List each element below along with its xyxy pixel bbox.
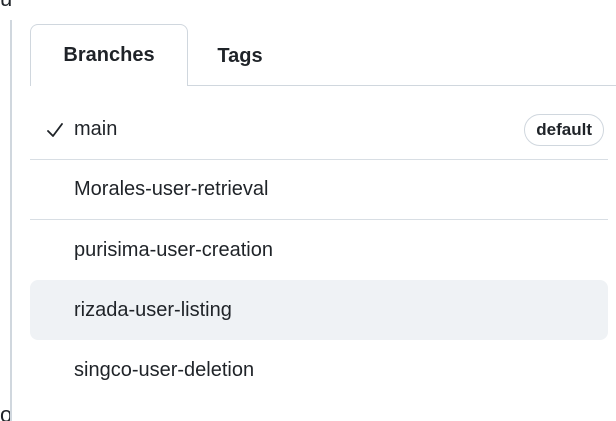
branch-name: rizada-user-listing bbox=[74, 298, 232, 321]
tabs-divider bbox=[188, 85, 616, 86]
default-badge: default bbox=[524, 113, 604, 146]
branch-item-morales-user-retrieval[interactable]: Morales-user-retrieval bbox=[30, 160, 608, 220]
tab-tags-label: Tags bbox=[217, 44, 263, 67]
branch-name: purisima-user-creation bbox=[74, 238, 273, 261]
branch-item-purisima-user-creation[interactable]: purisima-user-creation bbox=[30, 220, 608, 280]
branch-dropdown-panel: Branches Tags main default Morales-user-… bbox=[12, 0, 616, 421]
branch-tag-tabs: Branches Tags bbox=[30, 24, 292, 86]
check-icon bbox=[47, 122, 63, 137]
branch-name: singco-user-deletion bbox=[74, 358, 255, 381]
branch-item-rizada-user-listing[interactable]: rizada-user-listing bbox=[30, 280, 608, 340]
branch-list: main default Morales-user-retrieval puri… bbox=[30, 100, 608, 400]
tab-tags[interactable]: Tags bbox=[188, 26, 292, 86]
branch-name: Morales-user-retrieval bbox=[74, 178, 269, 200]
branch-item-main[interactable]: main default bbox=[30, 100, 608, 160]
branch-selector-screenshot: unctionality o Branches Tags main defaul… bbox=[0, 0, 616, 421]
branch-item-singco-user-deletion[interactable]: singco-user-deletion bbox=[30, 340, 608, 400]
tab-branches-label: Branches bbox=[63, 44, 155, 66]
branch-name: main bbox=[74, 118, 118, 140]
tab-branches[interactable]: Branches bbox=[30, 24, 188, 86]
